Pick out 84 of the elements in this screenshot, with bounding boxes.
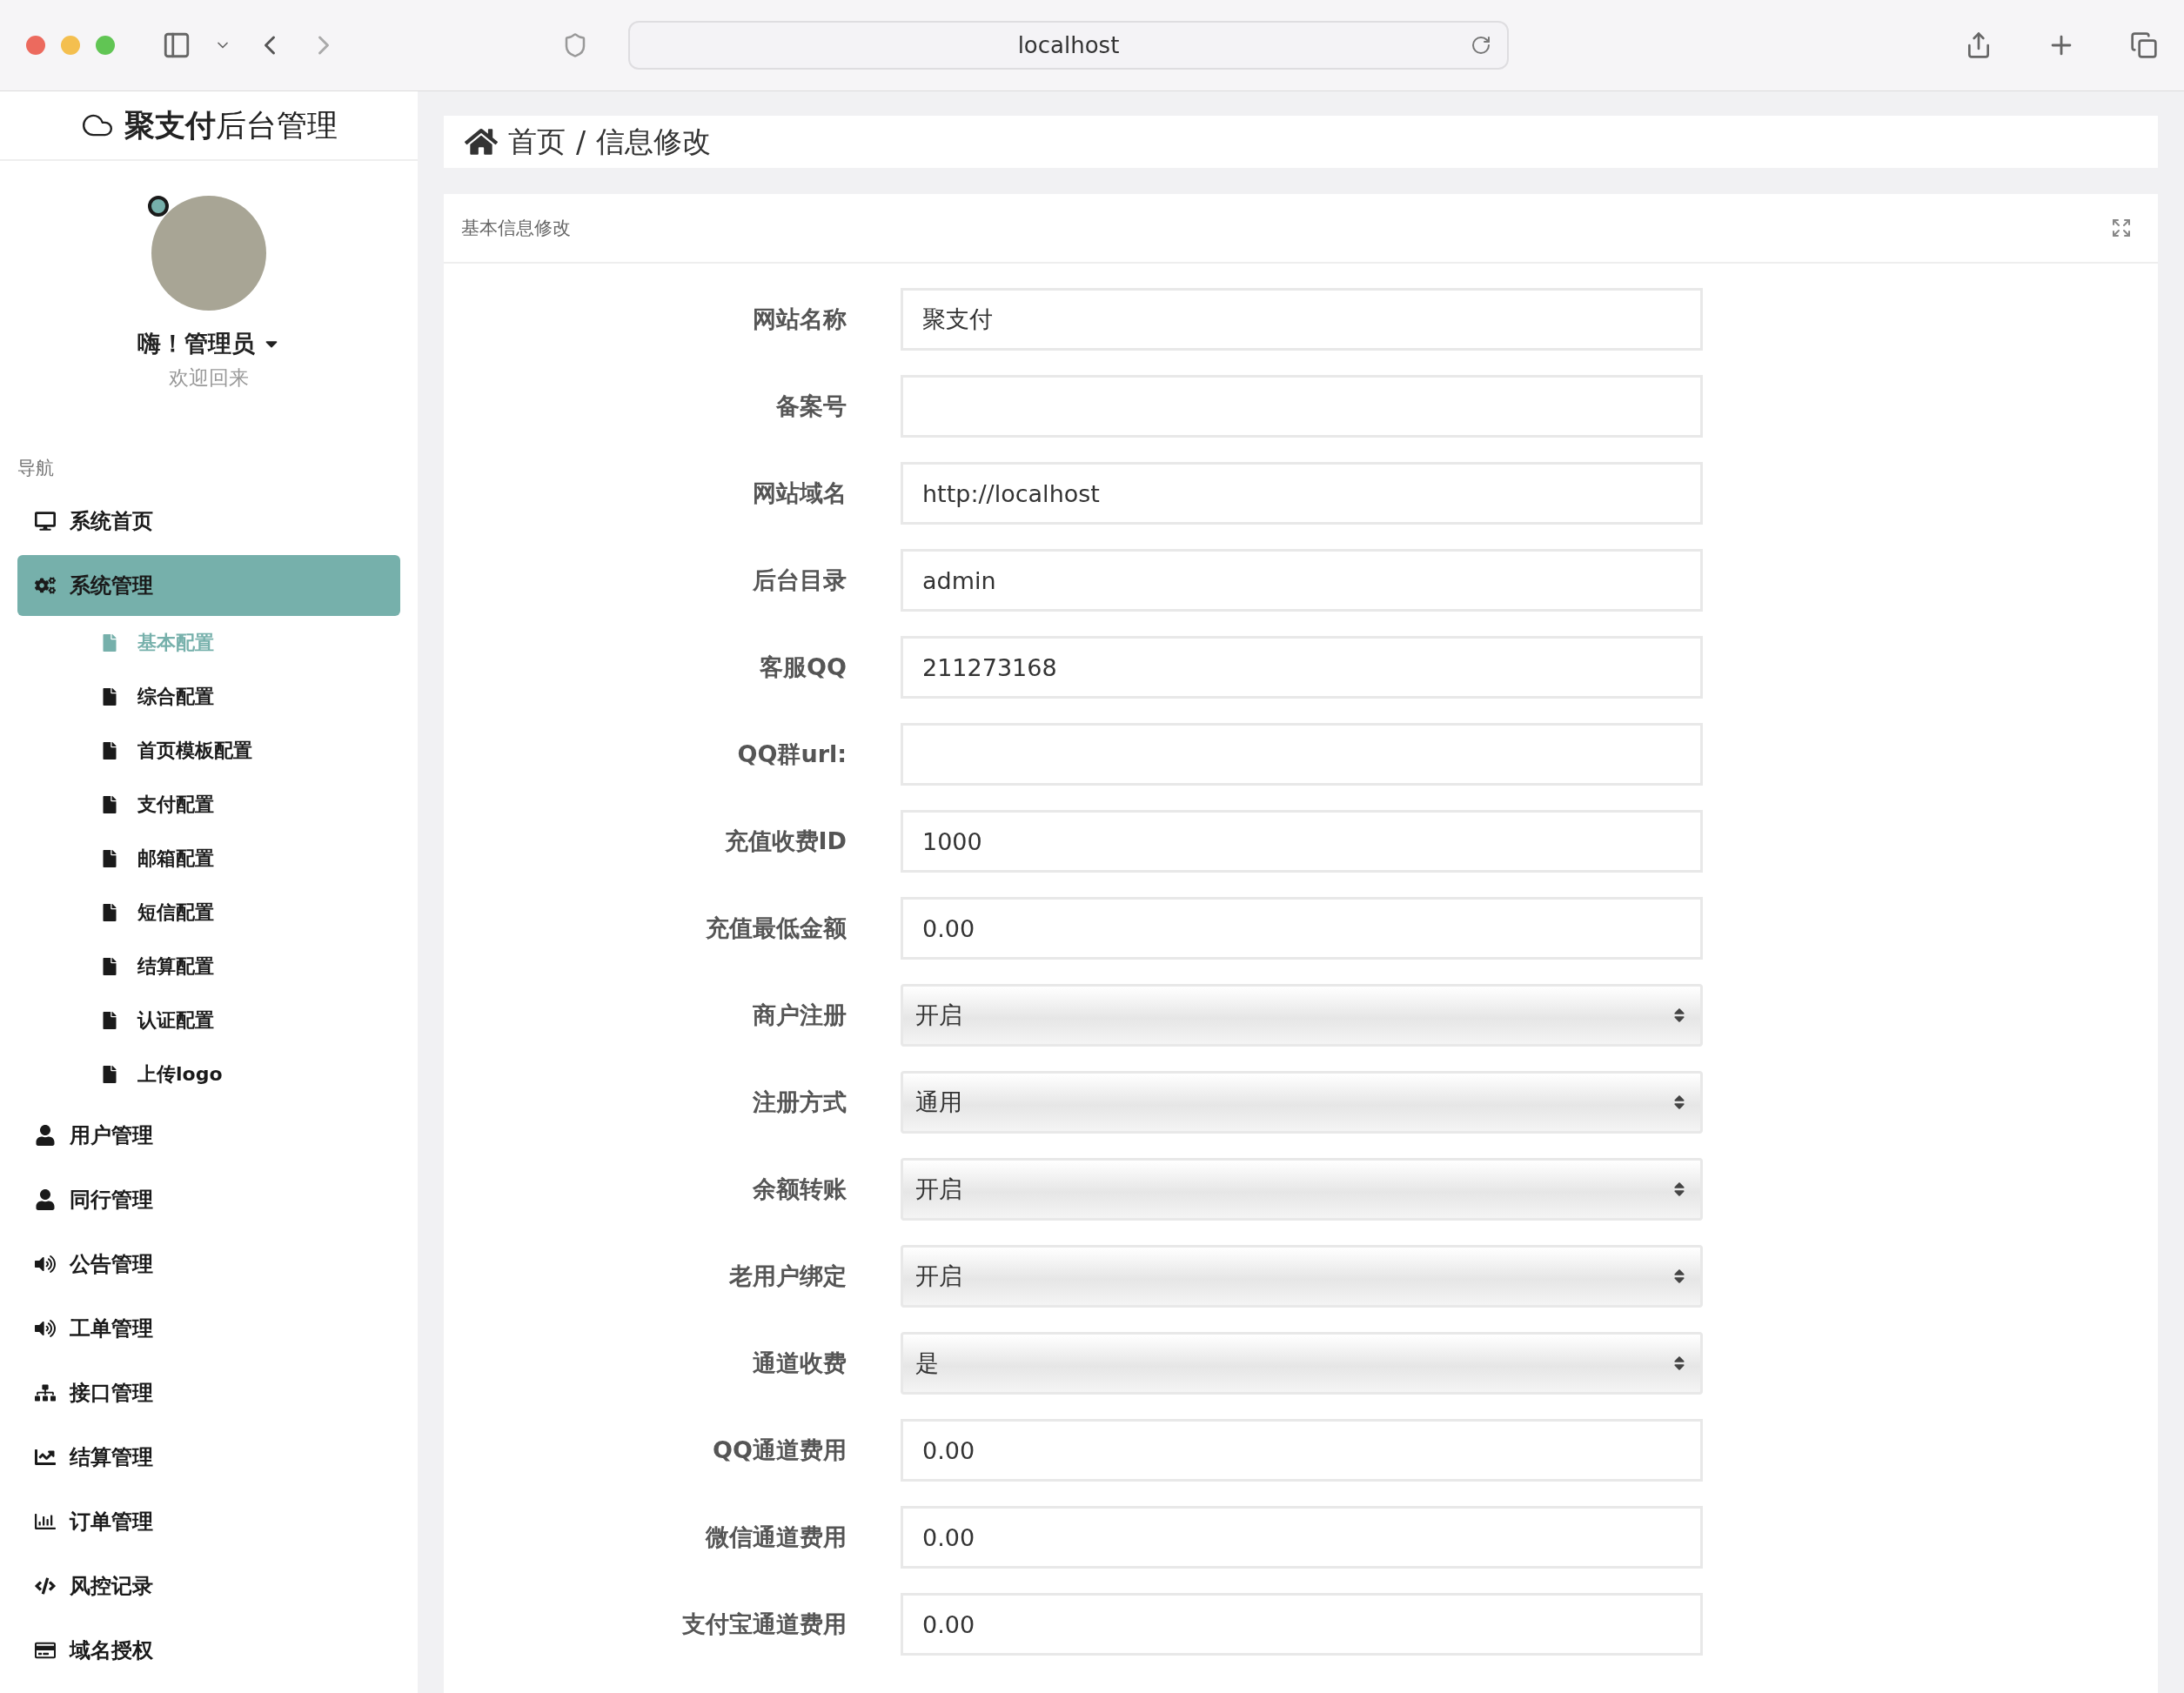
input-field[interactable]: 211273168 — [901, 636, 1703, 699]
breadcrumb-current: 信息修改 — [596, 123, 712, 160]
select-field[interactable]: 开启 — [901, 1245, 1703, 1308]
field-label: 后台目录 — [752, 565, 847, 595]
field-label: 充值收费ID — [723, 826, 847, 856]
file-icon — [101, 904, 118, 921]
field-label: 充值最低金额 — [705, 913, 847, 943]
nav-item[interactable]: 系统首页 — [17, 491, 400, 552]
breadcrumb-separator: / — [576, 124, 586, 159]
speaker-icon — [35, 1254, 56, 1275]
nav-subitem[interactable]: 短信配置 — [17, 886, 400, 940]
reload-icon[interactable] — [1471, 35, 1491, 56]
brand-title: 聚支付后台管理 — [124, 106, 338, 144]
select-field[interactable]: 通用 — [901, 1071, 1703, 1134]
nav-item[interactable]: 订单管理 — [17, 1491, 400, 1552]
bar-chart-icon — [35, 1511, 56, 1532]
file-icon — [101, 796, 118, 813]
input-field[interactable]: 0.00 — [901, 897, 1703, 960]
file-icon — [101, 742, 118, 760]
file-icon — [101, 1012, 118, 1029]
sitemap-icon — [35, 1382, 56, 1403]
nav-item[interactable]: 风控记录 — [17, 1556, 400, 1616]
line-chart-icon — [35, 1447, 56, 1468]
input-field[interactable]: 聚支付 — [901, 288, 1703, 351]
sidebar-toggle-icon[interactable] — [162, 30, 191, 60]
nav-item[interactable]: 用户管理 — [17, 1105, 400, 1166]
breadcrumb-link[interactable]: 首页 — [508, 122, 566, 162]
nav-item[interactable]: 域名授权 — [17, 1620, 400, 1681]
input-field[interactable]: 0.00 — [901, 1593, 1703, 1656]
credit-card-icon — [35, 1640, 56, 1661]
user-icon — [35, 1189, 56, 1210]
nav-item[interactable]: 工单管理 — [17, 1298, 400, 1359]
file-icon — [101, 958, 118, 975]
field-label: 支付宝通道费用 — [681, 1609, 847, 1639]
field-label: 备案号 — [775, 391, 847, 421]
field-label: 商户注册 — [752, 1000, 847, 1030]
field-label: 网站名称 — [752, 304, 847, 334]
nav-subitem[interactable]: 认证配置 — [17, 994, 400, 1047]
file-icon — [101, 1066, 118, 1083]
speaker-icon — [35, 1318, 56, 1339]
nav-item[interactable]: 结算管理 — [17, 1427, 400, 1488]
file-icon — [101, 634, 118, 652]
nav-item[interactable]: 接口管理 — [17, 1362, 400, 1423]
user-icon — [35, 1125, 56, 1146]
field-label: 老用户绑定 — [728, 1261, 847, 1291]
input-field[interactable]: http://localhost — [901, 462, 1703, 525]
fullscreen-icon[interactable] — [2111, 217, 2132, 238]
panel-title: 基本信息修改 — [461, 217, 571, 240]
nav-subitem[interactable]: 上传logo — [17, 1047, 400, 1101]
input-field[interactable]: 1000 — [901, 810, 1703, 873]
nav-subitem[interactable]: 邮箱配置 — [17, 832, 400, 886]
gears-icon — [35, 575, 56, 596]
nav-subitem[interactable]: 结算配置 — [17, 940, 400, 994]
field-label: 微信通道费用 — [704, 1522, 847, 1552]
address-bar[interactable]: localhost — [628, 21, 1509, 70]
field-label: 通道收费 — [752, 1348, 847, 1378]
nav-item[interactable]: 公告管理 — [17, 1234, 400, 1295]
nav-subitem[interactable]: 综合配置 — [17, 670, 400, 724]
nav-heading: 导航 — [17, 457, 55, 480]
field-label: 客服QQ — [759, 652, 847, 682]
monitor-icon — [35, 511, 56, 532]
select-field[interactable]: 是 — [901, 1332, 1703, 1395]
tabs-icon[interactable] — [2130, 31, 2158, 59]
file-icon — [101, 688, 118, 706]
select-field[interactable]: 开启 — [901, 984, 1703, 1047]
field-label: QQ通道费用 — [712, 1435, 847, 1465]
field-label: 网站域名 — [752, 478, 847, 508]
field-label: 注册方式 — [752, 1087, 847, 1117]
field-label: 余额转账 — [752, 1174, 847, 1204]
input-field[interactable]: admin — [901, 549, 1703, 612]
file-icon — [101, 850, 118, 867]
code-icon — [35, 1576, 56, 1596]
nav-subitem[interactable]: 首页模板配置 — [17, 724, 400, 778]
close-button[interactable] — [26, 36, 45, 55]
user-greeting[interactable]: 嗨！管理员 — [137, 328, 255, 359]
nav-item[interactable]: 系统管理 — [17, 555, 400, 616]
status-dot — [148, 196, 169, 217]
input-field[interactable]: 0.00 — [901, 1419, 1703, 1482]
nav-item[interactable]: 同行管理 — [17, 1169, 400, 1230]
input-field[interactable]: 0.00 — [901, 1506, 1703, 1569]
nav-subitem[interactable]: 支付配置 — [17, 778, 400, 832]
field-label: QQ群url: — [736, 739, 847, 769]
select-field[interactable]: 开启 — [901, 1158, 1703, 1221]
welcome-text: 欢迎回来 — [169, 365, 249, 391]
